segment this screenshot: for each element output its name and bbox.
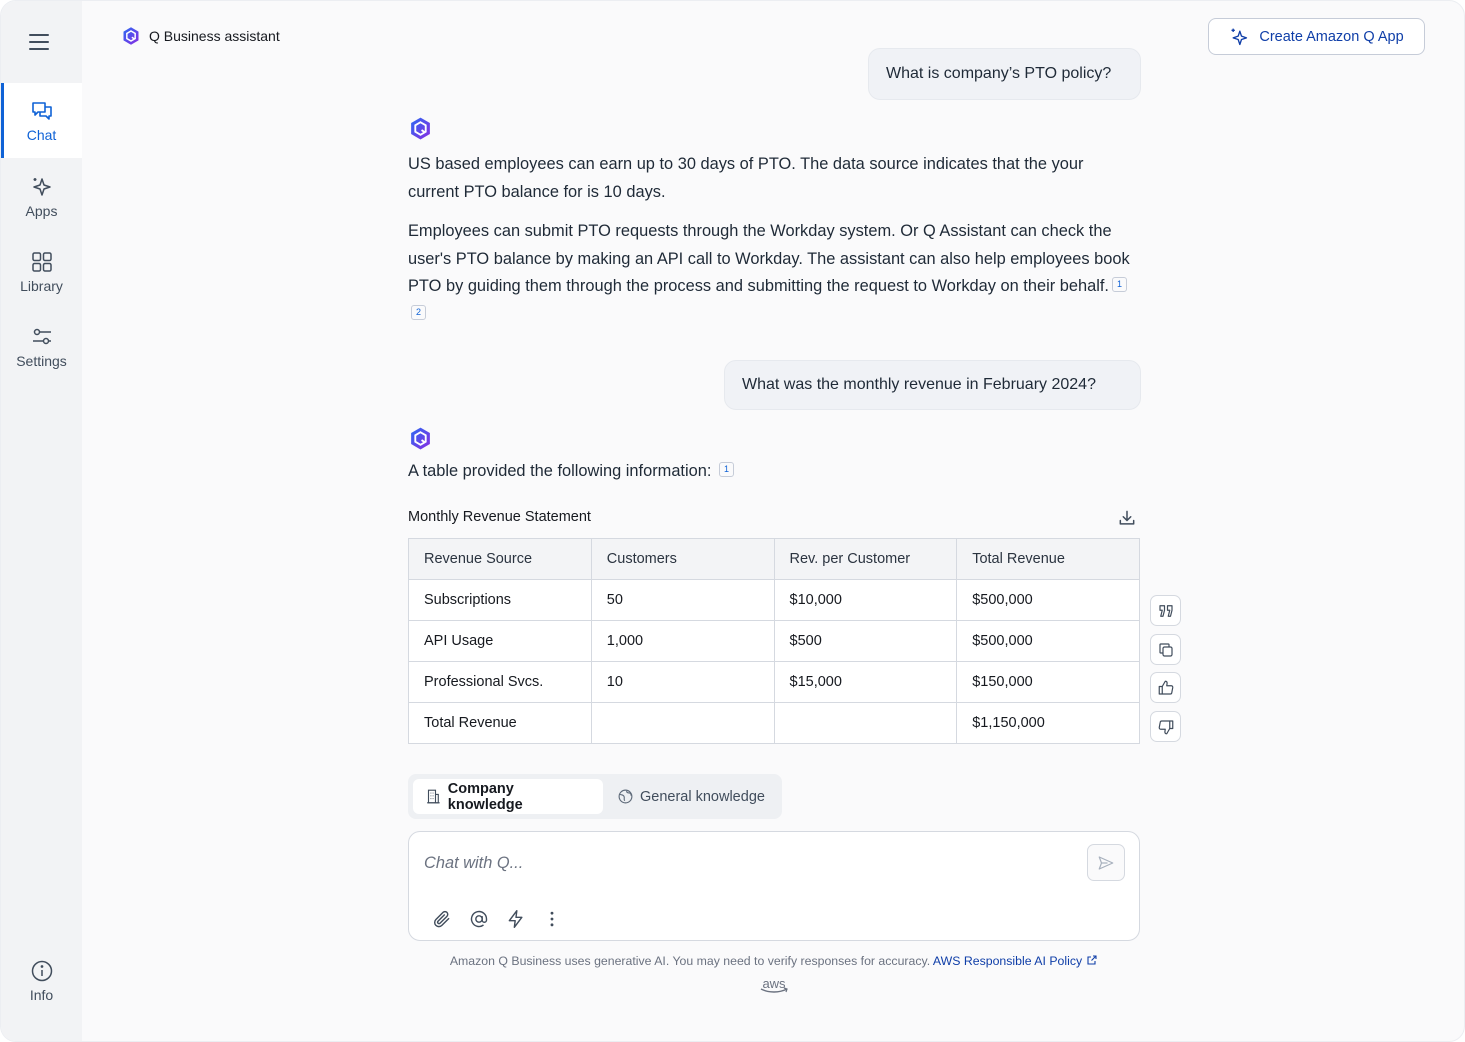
sidebar-item-label: Info — [29, 986, 54, 1003]
table-cell: Subscriptions — [408, 579, 592, 621]
sidebar-item-info[interactable]: Info — [1, 943, 82, 1018]
table-cell: $15,000 — [773, 661, 958, 703]
thumbs-up-button[interactable] — [1150, 672, 1181, 703]
table-cell: $10,000 — [773, 579, 958, 621]
table-cell: $500 — [773, 620, 958, 662]
assistant-message: Employees can submit PTO requests throug… — [408, 218, 1138, 328]
create-app-button[interactable]: Create Amazon Q App — [1208, 18, 1425, 55]
more-vertical-icon — [550, 911, 554, 927]
citation-badge[interactable]: 1 — [1111, 277, 1127, 292]
grid-icon — [31, 251, 52, 272]
q-avatar-icon — [411, 117, 430, 140]
copy-button[interactable] — [1150, 634, 1181, 665]
paperclip-icon — [433, 910, 450, 928]
sidebar-item-label: Library — [20, 277, 63, 294]
aws-logo-text: aws — [762, 976, 786, 991]
table-cell: $500,000 — [956, 579, 1140, 621]
table-cell — [773, 702, 958, 744]
create-app-label: Create Amazon Q App — [1259, 28, 1404, 45]
general-knowledge-option[interactable]: General knowledge — [605, 779, 777, 814]
sidebar: Chat Apps Library Settings Info — [1, 1, 82, 1041]
lightning-icon — [508, 909, 523, 929]
sliders-icon — [32, 328, 51, 344]
table-row: Total Revenue $1,150,000 — [408, 702, 1140, 744]
citation-badge[interactable]: 1 — [718, 462, 734, 477]
company-knowledge-label: Company knowledge — [447, 780, 523, 813]
table-title: Monthly Revenue Statement — [408, 509, 591, 525]
assistant-text: A table provided the following informati… — [408, 462, 712, 480]
general-knowledge-label: General knowledge — [640, 788, 765, 805]
table-row: API Usage 1,000 $500 $500,000 — [408, 620, 1140, 662]
table-cell — [590, 702, 775, 744]
app-window: Chat Apps Library Settings Info Q Busine… — [0, 0, 1465, 1042]
sidebar-item-label: Chat — [26, 126, 57, 143]
table-cell: Total Revenue — [408, 702, 592, 744]
send-button[interactable] — [1087, 844, 1125, 881]
policy-link-label: AWS Responsible AI Policy — [932, 954, 1083, 968]
table-cell: $1,150,000 — [956, 702, 1140, 744]
user-message: What was the monthly revenue in February… — [724, 360, 1141, 410]
assistant-message: A table provided the following informati… — [408, 458, 1138, 486]
assistant-message: US based employees can earn up to 30 day… — [408, 155, 1084, 201]
q-avatar-icon — [411, 427, 430, 450]
info-icon — [31, 960, 52, 981]
aws-logo: aws — [756, 976, 792, 1000]
thumbs-down-button[interactable] — [1150, 711, 1181, 742]
sidebar-item-settings[interactable]: Settings — [1, 309, 82, 384]
table-cell: 50 — [590, 579, 775, 621]
app-brand: Q Business assistant — [121, 26, 280, 46]
disclaimer-text: Amazon Q Business uses generative AI. Yo… — [449, 954, 931, 968]
column-header: Revenue Source — [408, 538, 592, 580]
more-options-button[interactable] — [541, 908, 563, 930]
menu-icon[interactable] — [29, 31, 53, 53]
table-cell: API Usage — [408, 620, 592, 662]
table-cell: Professional Svcs. — [408, 661, 592, 703]
table-row: Subscriptions 50 $10,000 $500,000 — [408, 579, 1140, 621]
thumbs-up-icon — [1158, 680, 1173, 695]
external-link-icon — [1087, 955, 1097, 965]
table-cell: 1,000 — [590, 620, 775, 662]
table-cell: $500,000 — [956, 620, 1140, 662]
column-header: Customers — [590, 538, 775, 580]
building-icon — [427, 789, 440, 804]
chat-input[interactable] — [424, 850, 1064, 876]
sidebar-item-apps[interactable]: Apps — [1, 159, 82, 234]
globe-icon — [618, 789, 633, 804]
table-header-row: Revenue Source Customers Rev. per Custom… — [408, 538, 1140, 580]
download-icon[interactable] — [1117, 508, 1137, 528]
app-title: Q Business assistant — [149, 28, 280, 44]
company-knowledge-option[interactable]: Company knowledge — [413, 779, 603, 814]
sidebar-item-label: Apps — [25, 202, 58, 219]
assistant-text: Employees can submit PTO requests throug… — [408, 222, 1130, 295]
sparkles-icon — [1231, 28, 1248, 45]
user-message: What is company’s PTO policy? — [868, 48, 1141, 100]
chat-composer — [408, 831, 1140, 941]
quote-button[interactable] — [1150, 595, 1181, 626]
sidebar-item-label: Settings — [16, 352, 67, 369]
sidebar-item-chat[interactable]: Chat — [1, 83, 82, 158]
chat-icon — [31, 101, 52, 120]
citation-badge[interactable]: 2 — [411, 304, 426, 320]
q-logo-icon — [123, 27, 139, 45]
at-sign-icon — [470, 910, 488, 928]
attach-button[interactable] — [431, 908, 453, 930]
revenue-table: Revenue Source Customers Rev. per Custom… — [408, 538, 1140, 744]
responsible-ai-policy-link[interactable]: AWS Responsible AI Policy — [933, 954, 1098, 968]
table-row: Professional Svcs. 10 $15,000 $150,000 — [408, 661, 1140, 703]
table-cell: 10 — [590, 661, 775, 703]
sparkles-icon — [32, 177, 51, 196]
column-header: Total Revenue — [956, 538, 1140, 580]
sidebar-item-library[interactable]: Library — [1, 234, 82, 309]
send-icon — [1098, 855, 1114, 870]
column-header: Rev. per Customer — [773, 538, 958, 580]
disclaimer: Amazon Q Business uses generative AI. Yo… — [408, 954, 1140, 968]
quote-icon — [1158, 604, 1173, 617]
mention-button[interactable] — [468, 908, 490, 930]
table-cell: $150,000 — [956, 661, 1140, 703]
copy-icon — [1158, 642, 1173, 657]
knowledge-toggle: Company knowledge General knowledge — [408, 774, 782, 819]
quick-action-button[interactable] — [505, 908, 527, 930]
thumbs-down-icon — [1158, 719, 1173, 734]
